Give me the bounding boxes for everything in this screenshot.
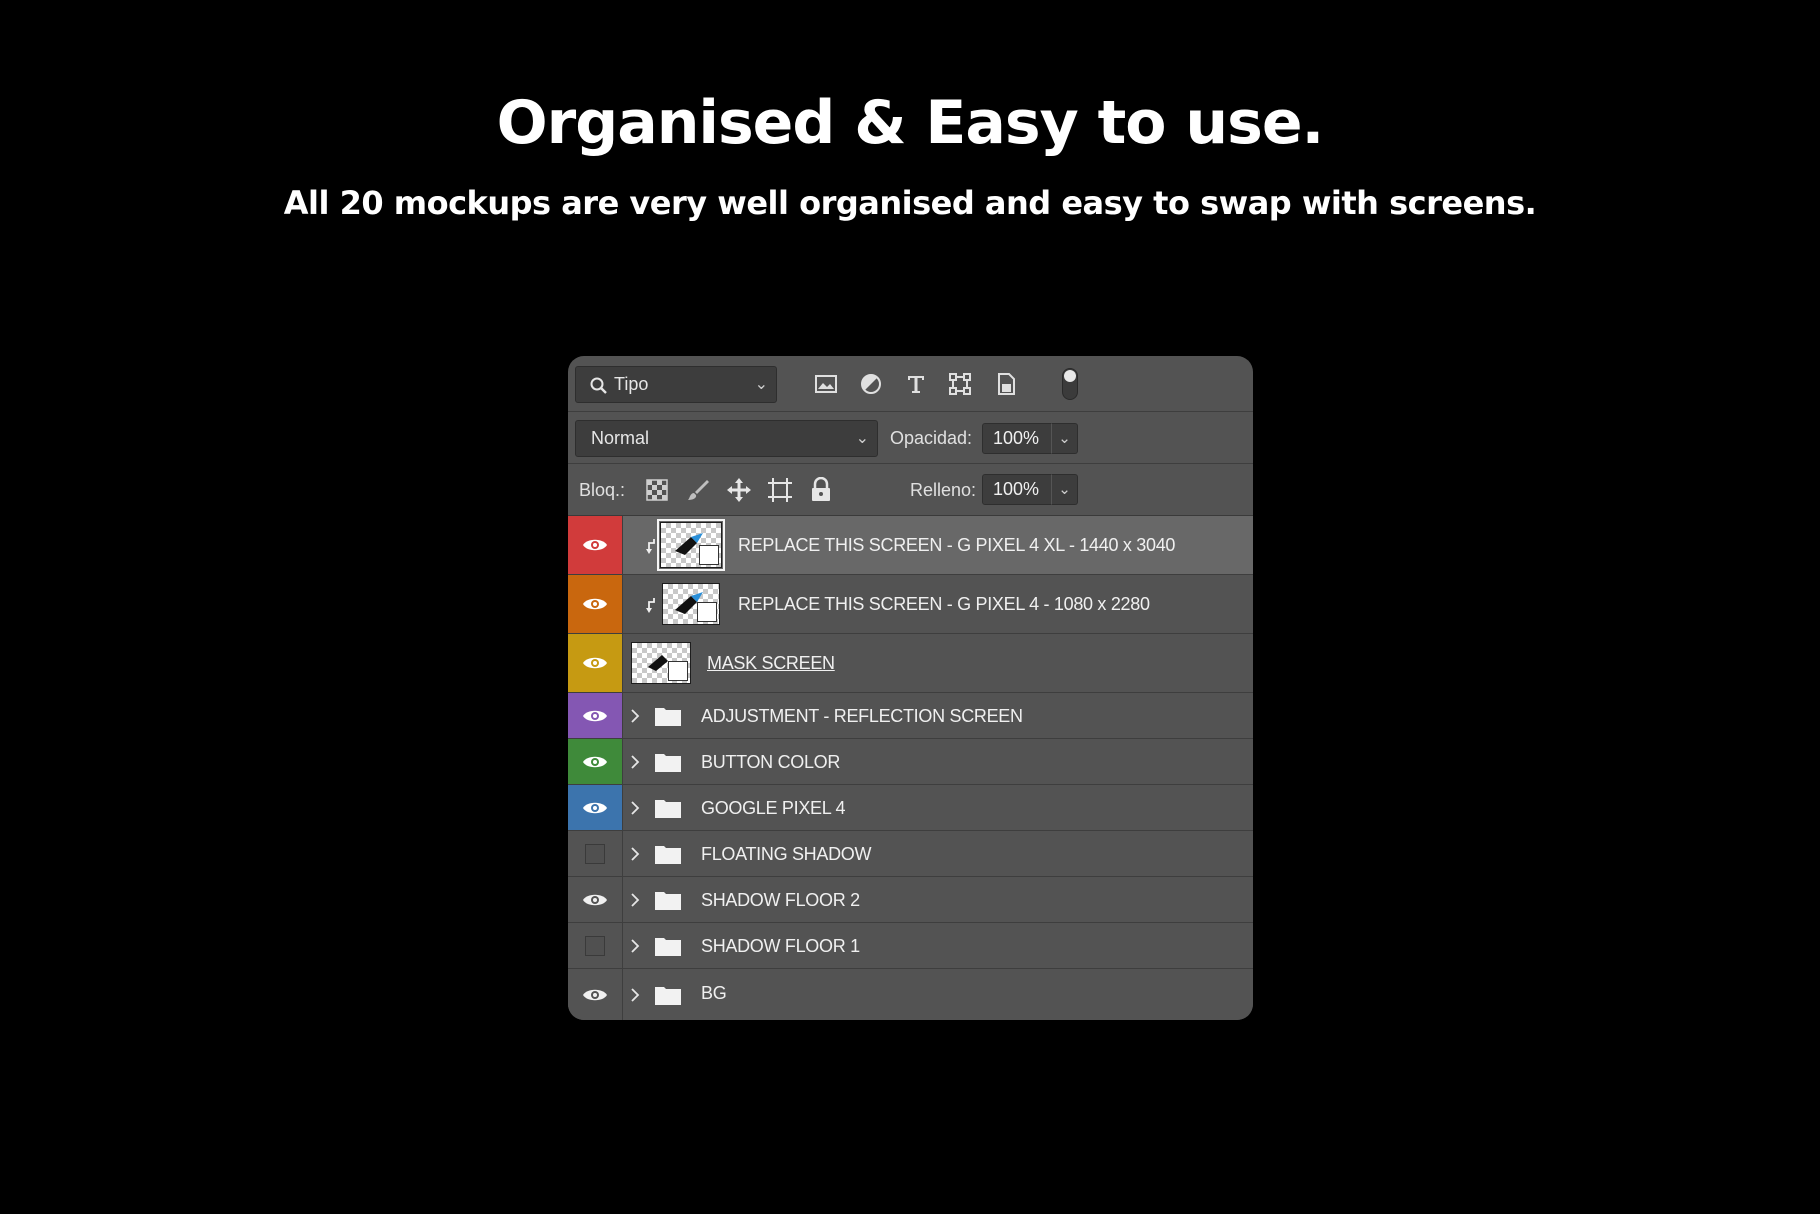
- chevron-down-icon: ⌄: [754, 376, 768, 393]
- opacity-input[interactable]: 100%: [982, 423, 1052, 454]
- layer-kind-filter-select[interactable]: Tipo ⌄: [575, 366, 777, 403]
- visibility-toggle[interactable]: [568, 634, 623, 692]
- folder-icon: [654, 877, 682, 922]
- filter-toggle[interactable]: [1062, 368, 1078, 400]
- folder-icon: [654, 739, 682, 784]
- visibility-toggle[interactable]: [568, 877, 623, 922]
- fill-input[interactable]: 100%: [982, 474, 1052, 505]
- clipping-arrow-icon: [646, 598, 655, 613]
- eye-icon: [583, 756, 607, 767]
- type-filter-icon[interactable]: [902, 370, 930, 398]
- hidden-visibility-box: [585, 843, 605, 864]
- chevron-right-icon[interactable]: [630, 693, 644, 738]
- fill-label: Relleno:: [910, 480, 977, 500]
- clipping-arrow-icon: [646, 539, 655, 554]
- layer-name: MASK SCREEN: [707, 653, 835, 673]
- group-row-floating-shadow[interactable]: FLOATING SHADOW: [568, 831, 1253, 877]
- lock-paint-icon[interactable]: [684, 476, 712, 504]
- layer-name: FLOATING SHADOW: [701, 844, 872, 864]
- group-row-shadow-floor-1[interactable]: SHADOW FLOOR 1: [568, 923, 1253, 969]
- visibility-toggle[interactable]: [568, 969, 623, 1020]
- folder-icon: [654, 693, 682, 738]
- eye-icon: [583, 598, 607, 610]
- layer-row-replace-screen[interactable]: REPLACE THIS SCREEN - G PIXEL 4 - 1080 x…: [568, 575, 1253, 634]
- chevron-right-icon[interactable]: [630, 739, 644, 784]
- folder-icon: [654, 831, 682, 876]
- eye-icon: [583, 710, 607, 721]
- group-row-button-color[interactable]: BUTTON COLOR: [568, 739, 1253, 785]
- kind-filter-label: Tipo: [614, 374, 649, 394]
- layer-name: REPLACE THIS SCREEN - G PIXEL 4 XL - 144…: [738, 535, 1176, 555]
- chevron-down-icon: ⌄: [855, 430, 869, 447]
- layer-thumbnail[interactable]: [657, 519, 725, 571]
- layer-name: SHADOW FLOOR 2: [701, 890, 860, 910]
- eye-icon: [583, 539, 607, 551]
- search-icon: [590, 377, 607, 394]
- visibility-toggle[interactable]: [568, 923, 623, 968]
- smart-object-badge-icon: [699, 545, 719, 565]
- layer-thumbnail[interactable]: [631, 642, 691, 684]
- toggle-knob: [1064, 370, 1076, 382]
- layer-name: GOOGLE PIXEL 4: [701, 798, 846, 818]
- layer-row-mask-screen[interactable]: MASK SCREEN: [568, 634, 1253, 693]
- opacity-dropdown-button[interactable]: ⌄: [1051, 423, 1078, 454]
- layer-name: ADJUSTMENT - REFLECTION SCREEN: [701, 706, 1023, 726]
- group-row-bg[interactable]: BG: [568, 969, 1253, 1020]
- lock-all-icon[interactable]: [807, 476, 835, 504]
- chevron-right-icon[interactable]: [630, 969, 644, 1020]
- visibility-toggle[interactable]: [568, 516, 623, 574]
- visibility-toggle[interactable]: [568, 831, 623, 876]
- group-row-google-pixel-4[interactable]: GOOGLE PIXEL 4: [568, 785, 1253, 831]
- shape-filter-icon[interactable]: [946, 370, 974, 398]
- folder-icon: [654, 923, 682, 968]
- lock-position-icon[interactable]: [725, 476, 753, 504]
- layer-name: SHADOW FLOOR 1: [701, 936, 860, 956]
- blend-row: Normal ⌄ Opacidad: 100% ⌄: [568, 412, 1253, 464]
- adjustment-filter-icon[interactable]: [857, 370, 885, 398]
- blend-mode-select[interactable]: Normal ⌄: [575, 420, 878, 457]
- layer-row-replace-screen-xl[interactable]: REPLACE THIS SCREEN - G PIXEL 4 XL - 144…: [568, 516, 1253, 575]
- filter-toolbar: Tipo ⌄: [568, 356, 1253, 412]
- folder-icon: [654, 785, 682, 830]
- hidden-visibility-box: [585, 935, 605, 956]
- chevron-right-icon[interactable]: [630, 831, 644, 876]
- opacity-label: Opacidad:: [890, 428, 973, 448]
- visibility-toggle[interactable]: [568, 785, 623, 830]
- lock-artboard-icon[interactable]: [766, 476, 794, 504]
- page-subheadline: All 20 mockups are very well organised a…: [283, 184, 1537, 222]
- lock-label: Bloq.:: [579, 480, 626, 500]
- eye-icon: [583, 989, 607, 1000]
- layer-thumbnail[interactable]: [662, 583, 720, 625]
- eye-icon: [583, 657, 607, 669]
- lock-transparent-icon[interactable]: [643, 476, 671, 504]
- layers-panel: Tipo ⌄ Normal ⌄ Opacidad: 100% ⌄ Bloq.: …: [568, 356, 1253, 1020]
- folder-icon: [654, 969, 682, 1020]
- chevron-right-icon[interactable]: [630, 923, 644, 968]
- group-row-adjustment-reflection[interactable]: ADJUSTMENT - REFLECTION SCREEN: [568, 693, 1253, 739]
- fill-dropdown-button[interactable]: ⌄: [1051, 474, 1078, 505]
- shape-badge-icon: [668, 661, 688, 681]
- visibility-toggle[interactable]: [568, 575, 623, 633]
- chevron-right-icon[interactable]: [630, 877, 644, 922]
- smart-object-badge-icon: [697, 602, 717, 622]
- eye-icon: [583, 802, 607, 813]
- blend-mode-value: Normal: [591, 428, 650, 448]
- image-filter-icon[interactable]: [812, 370, 840, 398]
- chevron-right-icon[interactable]: [630, 785, 644, 830]
- eye-icon: [583, 894, 607, 905]
- layer-name: REPLACE THIS SCREEN - G PIXEL 4 - 1080 x…: [738, 594, 1150, 614]
- layer-name: BG: [701, 983, 727, 1003]
- smart-object-filter-icon[interactable]: [992, 370, 1020, 398]
- group-row-shadow-floor-2[interactable]: SHADOW FLOOR 2: [568, 877, 1253, 923]
- visibility-toggle[interactable]: [568, 739, 623, 784]
- lock-row: Bloq.: Relleno: 100% ⌄: [568, 464, 1253, 516]
- visibility-toggle[interactable]: [568, 693, 623, 738]
- page-headline: Organised & Easy to use.: [496, 88, 1325, 158]
- layer-name: BUTTON COLOR: [701, 752, 841, 772]
